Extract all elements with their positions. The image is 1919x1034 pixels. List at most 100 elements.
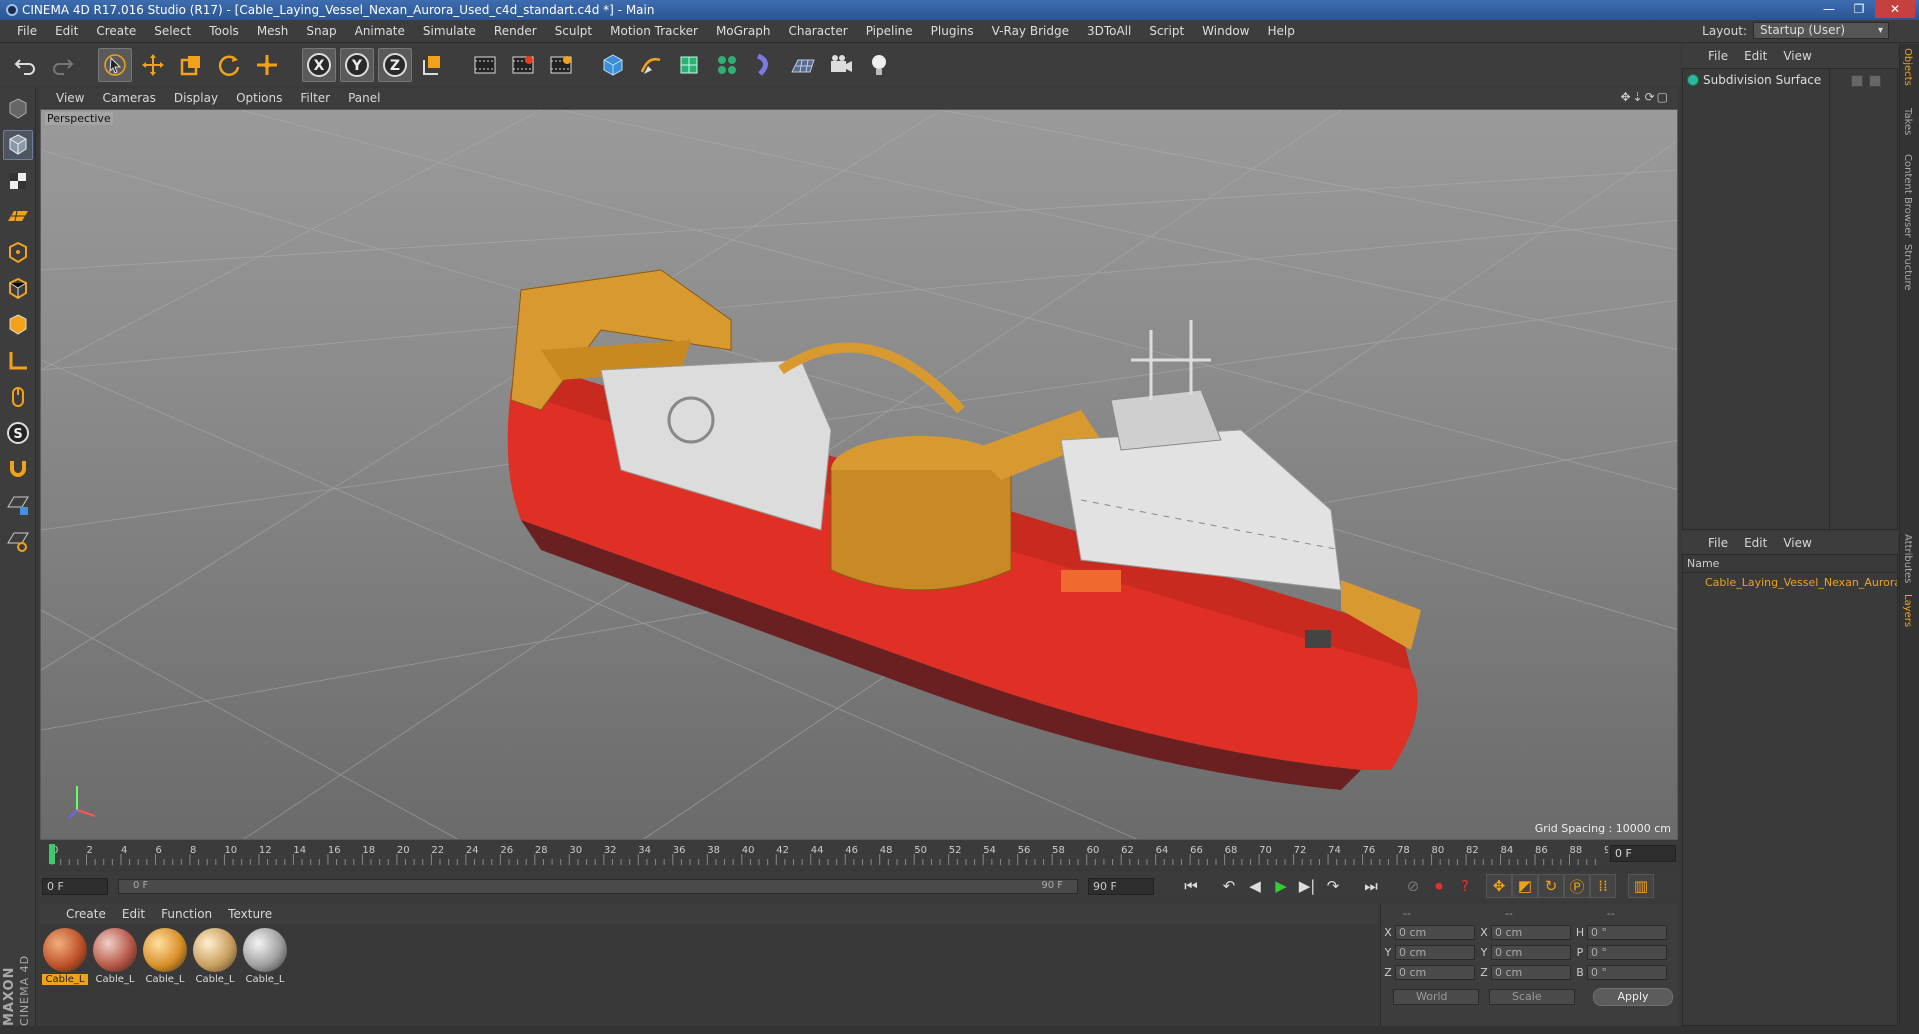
workplane-align-icon[interactable] (3, 526, 33, 556)
viewport-menu-panel[interactable]: Panel (348, 91, 380, 105)
object-menu-file[interactable]: File (1708, 49, 1728, 63)
menu-character[interactable]: Character (779, 24, 856, 38)
floor-icon[interactable] (786, 48, 820, 82)
texture-mode-icon[interactable] (3, 166, 33, 196)
timeline-layout-icon[interactable]: ▥ (1628, 874, 1654, 898)
menu-plugins[interactable]: Plugins (922, 24, 983, 38)
previous-key-icon[interactable]: ↶ (1216, 874, 1242, 898)
render-picture-viewer-icon[interactable] (506, 48, 540, 82)
z-axis-icon[interactable]: Z (378, 48, 412, 82)
edges-mode-icon[interactable] (3, 274, 33, 304)
position-y-field[interactable]: 0 cm (1395, 944, 1475, 960)
edit-render-settings-icon[interactable] (544, 48, 578, 82)
pen-icon[interactable] (634, 48, 668, 82)
layer-row[interactable]: Cable_Laying_Vessel_Nexan_Aurora_Used (1683, 573, 1897, 592)
material-swatch[interactable]: Cable_L (242, 928, 288, 992)
object-row-subdivision-surface[interactable]: Subdivision Surface (1687, 73, 1821, 87)
make-editable-icon[interactable] (3, 94, 33, 124)
menu-animate[interactable]: Animate (346, 24, 414, 38)
go-to-end-icon[interactable]: ⏭ (1358, 874, 1384, 898)
material-swatch[interactable]: Cable_L (142, 928, 188, 992)
workplane-mode-icon[interactable] (3, 202, 33, 232)
menu-create[interactable]: Create (87, 24, 145, 38)
menu-script[interactable]: Script (1140, 24, 1193, 38)
layout-dropdown[interactable]: Startup (User) (1753, 22, 1889, 39)
material-menu-edit[interactable]: Edit (122, 907, 145, 921)
tab-layers[interactable]: Layers (1902, 594, 1913, 627)
step-back-icon[interactable]: ◀ (1242, 874, 1268, 898)
menu-snap[interactable]: Snap (297, 24, 345, 38)
play-icon[interactable]: ▶ (1268, 874, 1294, 898)
key-selection-icon[interactable]: ? (1452, 874, 1478, 898)
material-menu-function[interactable]: Function (161, 907, 212, 921)
position-z-field[interactable]: 0 cm (1395, 964, 1475, 980)
menu-window[interactable]: Window (1193, 24, 1258, 38)
menu-simulate[interactable]: Simulate (414, 24, 485, 38)
tab-takes[interactable]: Takes (1902, 108, 1913, 135)
menu-vray-bridge[interactable]: V-Ray Bridge (983, 24, 1078, 38)
next-key-icon[interactable]: ↷ (1320, 874, 1346, 898)
editor-visibility-icon[interactable] (1851, 75, 1863, 87)
transform-icon[interactable] (250, 48, 284, 82)
move-icon[interactable] (136, 48, 170, 82)
menu-help[interactable]: Help (1258, 24, 1303, 38)
maximize-button[interactable]: ❐ (1845, 0, 1873, 18)
viewport-menu-options[interactable]: Options (236, 91, 282, 105)
menu-tools[interactable]: Tools (200, 24, 248, 38)
scale-icon[interactable] (174, 48, 208, 82)
menu-sculpt[interactable]: Sculpt (546, 24, 601, 38)
workplane-lock-icon[interactable] (3, 490, 33, 520)
rotation-h-field[interactable]: 0 ° (1587, 924, 1667, 940)
end-frame-field[interactable]: 90 F (1088, 877, 1154, 895)
size-mode-dropdown[interactable]: Scale (1489, 989, 1575, 1005)
layer-menu-edit[interactable]: Edit (1744, 536, 1767, 550)
material-menu-texture[interactable]: Texture (228, 907, 272, 921)
x-axis-icon[interactable]: X (302, 48, 336, 82)
polygons-mode-icon[interactable] (3, 310, 33, 340)
viewport-menu-filter[interactable]: Filter (300, 91, 330, 105)
rotation-p-field[interactable]: 0 ° (1587, 944, 1667, 960)
close-button[interactable]: ✕ (1875, 0, 1915, 18)
material-swatch[interactable]: Cable_L (192, 928, 238, 992)
tab-attributes[interactable]: Attributes (1902, 534, 1913, 583)
key-pla-icon[interactable]: ⁞⁞ (1590, 874, 1616, 898)
tab-objects[interactable]: Objects (1902, 48, 1913, 86)
subdivision-icon[interactable] (672, 48, 706, 82)
viewport-menu-display[interactable]: Display (174, 91, 218, 105)
material-menu-create[interactable]: Create (66, 907, 106, 921)
menu-mograph[interactable]: MoGraph (707, 24, 780, 38)
timeline-playhead[interactable] (49, 844, 55, 864)
snap-icon[interactable]: S (3, 418, 33, 448)
key-parameter-icon[interactable]: Ⓟ (1564, 874, 1590, 898)
size-x-field[interactable]: 0 cm (1491, 924, 1571, 940)
undo-icon[interactable] (8, 48, 42, 82)
light-icon[interactable] (862, 48, 896, 82)
viewport-navigation-icons[interactable]: ✥⇣⟳▢ (1620, 90, 1670, 104)
key-position-icon[interactable]: ✥ (1486, 874, 1512, 898)
menu-mesh[interactable]: Mesh (248, 24, 298, 38)
cloner-icon[interactable] (710, 48, 744, 82)
model-mode-icon[interactable] (2, 130, 33, 160)
menu-file[interactable]: File (8, 24, 46, 38)
key-scale-icon[interactable]: ◩ (1512, 874, 1538, 898)
current-frame-field[interactable]: 0 F (1610, 845, 1676, 862)
redo-icon[interactable] (46, 48, 80, 82)
object-menu-edit[interactable]: Edit (1744, 49, 1767, 63)
coordinate-mode-dropdown[interactable]: World (1393, 989, 1479, 1005)
position-x-field[interactable]: 0 cm (1395, 924, 1475, 940)
menu-motion-tracker[interactable]: Motion Tracker (601, 24, 707, 38)
layer-menu-file[interactable]: File (1708, 536, 1728, 550)
viewport-menu-cameras[interactable]: Cameras (102, 91, 155, 105)
minimize-button[interactable]: — (1815, 0, 1843, 18)
coordinate-system-icon[interactable] (416, 48, 450, 82)
viewport-menu-view[interactable]: View (56, 91, 84, 105)
record-key-icon[interactable]: ⏺ (1426, 874, 1452, 898)
menu-select[interactable]: Select (145, 24, 200, 38)
apply-button[interactable]: Apply (1593, 988, 1673, 1006)
tweak-mode-icon[interactable] (3, 382, 33, 412)
start-frame-field[interactable]: 0 F (42, 877, 108, 895)
layer-menu-view[interactable]: View (1783, 536, 1811, 550)
render-view-icon[interactable] (468, 48, 502, 82)
magnet-icon[interactable] (3, 454, 33, 484)
rotation-b-field[interactable]: 0 ° (1587, 964, 1667, 980)
